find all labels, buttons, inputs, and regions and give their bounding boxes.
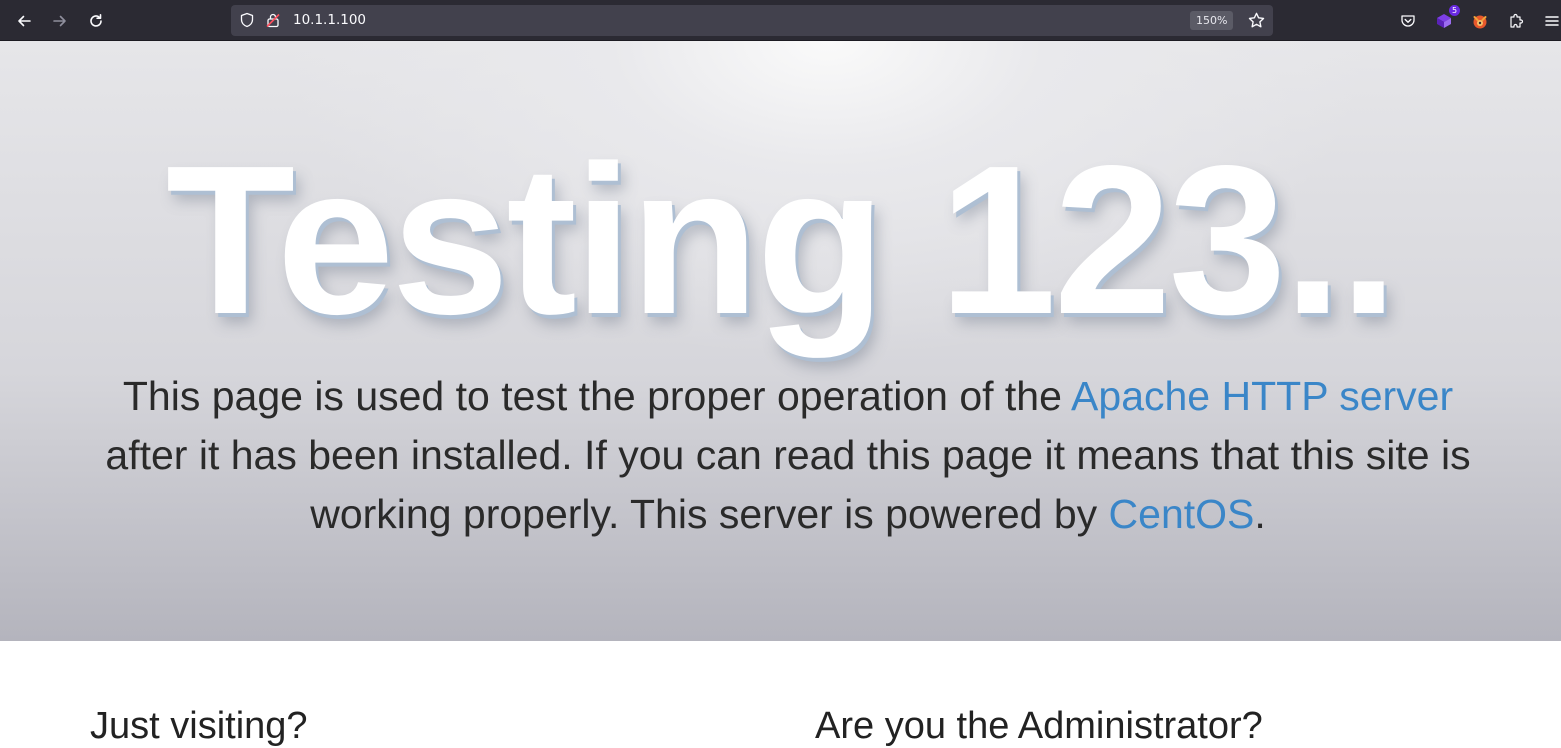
extension-badge-count: 5 bbox=[1449, 5, 1460, 16]
pocket-button[interactable] bbox=[1396, 9, 1420, 33]
administrator-heading: Are you the Administrator? bbox=[815, 705, 1263, 747]
insecure-lock-icon[interactable] bbox=[265, 12, 281, 33]
intro-text-1: This page is used to test the proper ope… bbox=[122, 373, 1072, 419]
forward-button[interactable] bbox=[48, 9, 72, 33]
shield-icon[interactable] bbox=[239, 12, 255, 33]
zoom-level-badge[interactable]: 150% bbox=[1190, 11, 1234, 30]
app-menu-button[interactable] bbox=[1540, 9, 1561, 33]
extension-fox-icon bbox=[1473, 15, 1487, 29]
centos-link[interactable]: CentOS bbox=[1109, 491, 1255, 537]
reload-button[interactable] bbox=[84, 9, 108, 33]
intro-text-3: . bbox=[1254, 491, 1266, 537]
menu-icon bbox=[1545, 16, 1559, 26]
page-title: Testing 123.. bbox=[165, 121, 1398, 358]
extension-fox-button[interactable] bbox=[1468, 9, 1492, 33]
forward-icon bbox=[53, 15, 66, 27]
pocket-icon bbox=[1401, 15, 1415, 27]
url-text[interactable]: 10.1.1.100 bbox=[293, 12, 366, 28]
intro-paragraph: This page is used to test the proper ope… bbox=[80, 367, 1496, 544]
extensions-menu-button[interactable] bbox=[1504, 9, 1528, 33]
hero-banner: Testing 123.. This page is used to test … bbox=[0, 41, 1561, 641]
reload-icon bbox=[90, 14, 102, 27]
bookmark-star-icon[interactable] bbox=[1248, 12, 1265, 34]
apache-http-server-link[interactable]: Apache HTTP server bbox=[1071, 373, 1453, 419]
intro-text-2: after it has been installed. If you can … bbox=[105, 432, 1471, 537]
browser-toolbar: 10.1.1.100 150% 5 bbox=[0, 0, 1561, 41]
extension-button[interactable]: 5 bbox=[1432, 5, 1460, 33]
just-visiting-heading: Just visiting? bbox=[90, 705, 308, 747]
back-icon bbox=[18, 15, 31, 27]
back-button[interactable] bbox=[12, 9, 36, 33]
address-bar[interactable]: 10.1.1.100 150% bbox=[231, 5, 1273, 36]
extensions-puzzle-icon bbox=[1510, 13, 1524, 28]
